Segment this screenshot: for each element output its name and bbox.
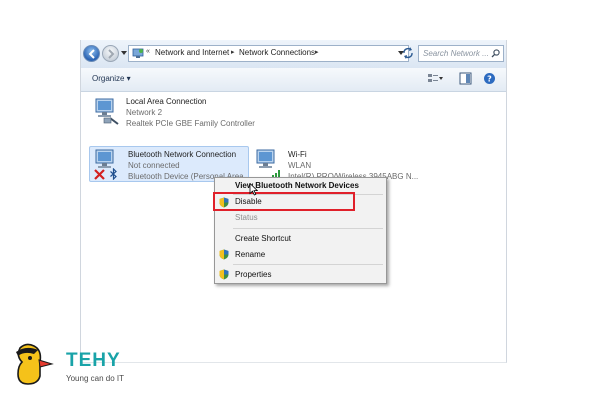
connection-status: Not connected: [128, 161, 180, 170]
mouse-cursor-icon: [249, 183, 258, 196]
connection-status: Network 2: [126, 108, 163, 117]
navigation-bar: « Network and Internet ▸ Network Connect…: [81, 40, 506, 69]
menu-item-rename[interactable]: Rename: [235, 250, 265, 259]
disable-highlight-box: [213, 192, 355, 211]
menu-item-status: Status: [235, 213, 258, 222]
disconnected-x-icon: [94, 169, 105, 180]
refresh-icon[interactable]: [401, 46, 415, 60]
address-field[interactable]: « Network and Internet ▸ Network Connect…: [128, 45, 409, 62]
brand-watermark: TEHY Young can do IT: [12, 340, 162, 390]
breadcrumb-separator[interactable]: ▸: [315, 48, 319, 56]
breadcrumb-separator[interactable]: ▸: [231, 48, 235, 56]
command-bar: Organize ▾ ?: [81, 68, 506, 92]
menu-item-properties[interactable]: Properties: [235, 270, 271, 279]
connection-status: WLAN: [288, 161, 312, 170]
uac-shield-icon: [219, 269, 229, 280]
connection-details: Local Area Connection Network 2 Realtek …: [126, 96, 255, 129]
control-panel-icon: [132, 48, 144, 58]
search-placeholder: Search Network ...: [423, 49, 489, 58]
connection-name: Local Area Connection: [126, 97, 207, 106]
breadcrumb-network-and-internet[interactable]: Network and Internet: [155, 48, 229, 57]
help-icon[interactable]: ?: [483, 72, 496, 85]
change-view-icon[interactable]: [427, 72, 443, 85]
preview-pane-icon[interactable]: [459, 72, 472, 85]
arrow-left-icon: [88, 49, 95, 59]
connection-name: Wi-Fi: [288, 150, 307, 159]
bluetooth-icon: [110, 168, 117, 180]
network-adapter-icon: [95, 98, 119, 125]
menu-separator: [233, 264, 383, 265]
brand-tagline: Young can do IT: [66, 374, 124, 383]
svg-text:?: ?: [487, 75, 492, 84]
uac-shield-icon: [219, 249, 229, 260]
arrow-right-icon: [108, 49, 115, 59]
back-button[interactable]: [83, 45, 100, 62]
connection-device: Realtek PCIe GBE Family Controller: [126, 119, 255, 128]
connection-name: Bluetooth Network Connection: [128, 150, 237, 159]
history-dropdown-icon[interactable]: [121, 50, 127, 56]
breadcrumb-separator: «: [146, 48, 150, 55]
brand-name: TEHY: [66, 350, 121, 371]
menu-separator: [233, 228, 383, 229]
forward-button[interactable]: [102, 45, 119, 62]
duck-mascot-icon: [16, 343, 54, 385]
breadcrumb-network-connections[interactable]: Network Connections: [239, 48, 315, 57]
search-icon[interactable]: [491, 49, 500, 58]
menu-item-create-shortcut[interactable]: Create Shortcut: [235, 234, 291, 243]
organize-button[interactable]: Organize ▾: [92, 74, 131, 83]
search-input[interactable]: Search Network ...: [418, 45, 504, 62]
